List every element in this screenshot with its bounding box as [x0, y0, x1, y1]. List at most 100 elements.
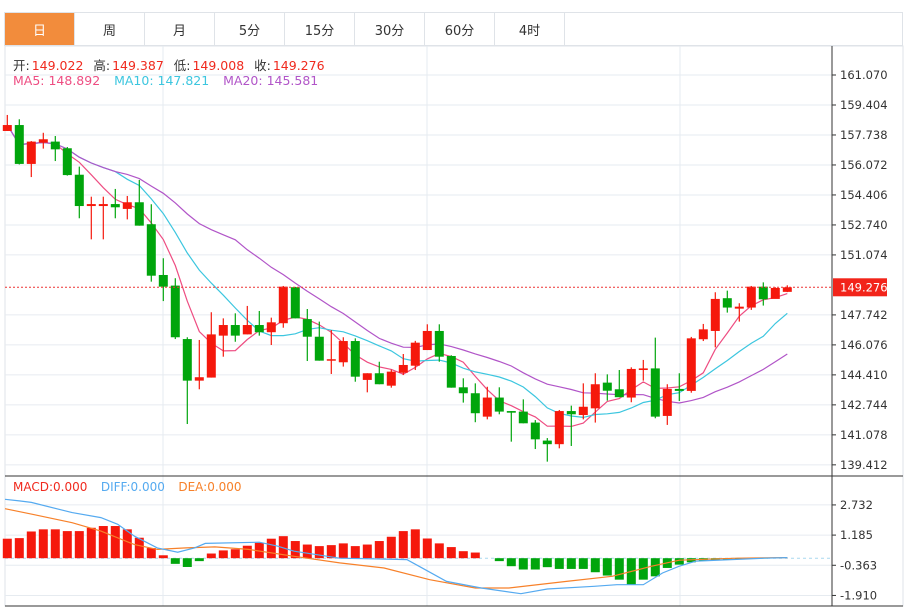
- price-tick-label: 146.076: [840, 338, 888, 352]
- candle: [422, 324, 432, 351]
- macd-bar: [110, 526, 120, 559]
- candle: [194, 339, 204, 390]
- candle: [110, 188, 120, 219]
- macd-bar: [62, 531, 72, 559]
- candle-body: [782, 287, 792, 292]
- candle-body: [86, 204, 96, 207]
- macd-bar: [530, 558, 540, 570]
- candle-body: [686, 338, 696, 391]
- candle-body: [302, 319, 312, 337]
- chart-frame: [4, 45, 904, 607]
- price-tick-label: 161.070: [840, 68, 888, 82]
- low-label: 低:: [173, 58, 191, 73]
- candle: [410, 340, 420, 371]
- macd-tick-label: 1.185: [840, 528, 873, 542]
- candle-body: [122, 202, 132, 209]
- price-tick-label: 156.072: [840, 158, 888, 172]
- candle-body: [110, 204, 120, 208]
- candle-body: [674, 388, 684, 391]
- diff-value: DIFF:0.000: [100, 480, 165, 494]
- macd-bar: [14, 538, 24, 559]
- candle: [350, 338, 360, 382]
- macd-bar: [410, 529, 420, 559]
- candle-body: [554, 411, 564, 445]
- candle: [14, 119, 24, 165]
- candle: [698, 323, 708, 342]
- macd-tick-label: 2.732: [840, 498, 873, 512]
- candle: [650, 337, 660, 419]
- candle: [206, 312, 216, 378]
- macd-bar: [386, 536, 396, 559]
- candle: [746, 285, 756, 310]
- price-tick-label: 154.406: [840, 188, 888, 202]
- price-tick-label: 147.742: [840, 308, 888, 322]
- candle-body: [698, 329, 708, 340]
- macd-bar: [2, 538, 12, 559]
- candle: [62, 147, 72, 176]
- candle: [302, 309, 312, 362]
- candle-body: [338, 341, 348, 363]
- ma10-value: MA10: 147.821: [114, 73, 210, 88]
- macd-bar: [506, 558, 516, 567]
- candle-body: [578, 406, 588, 416]
- macd-bar: [362, 544, 372, 559]
- kline-chart[interactable]: 161.070 159.404 157.738 156.072 154.406 152.7…: [0, 0, 908, 608]
- candle-body: [566, 411, 576, 415]
- macd-bar: [590, 558, 600, 573]
- candle-body: [386, 371, 396, 386]
- macd-bar: [266, 538, 276, 559]
- candle: [26, 141, 36, 178]
- candle-body: [158, 274, 168, 287]
- macd-bar: [338, 543, 348, 559]
- candle: [554, 409, 564, 449]
- price-tick-label: 157.738: [840, 128, 888, 142]
- candle: [782, 285, 792, 293]
- macd-tick-label: -0.363: [840, 558, 877, 572]
- candle-body: [146, 224, 156, 276]
- macd-bar: [602, 558, 612, 576]
- candle-body: [506, 411, 516, 413]
- candle-body: [758, 286, 768, 300]
- price-tick-label: 144.410: [840, 368, 888, 382]
- candle-body: [182, 339, 192, 381]
- candle-body: [26, 141, 36, 164]
- candle-body: [266, 322, 276, 333]
- candle-body: [170, 285, 180, 338]
- candle: [722, 290, 732, 313]
- macd-bar: [74, 531, 84, 559]
- candle: [74, 166, 84, 219]
- open-value: 149.022: [31, 58, 84, 73]
- candle-body: [38, 139, 48, 143]
- candle-body: [218, 325, 228, 336]
- macd-bar: [350, 546, 360, 559]
- candle-body: [650, 368, 660, 417]
- candle: [614, 370, 624, 398]
- candle: [458, 378, 468, 403]
- candle: [2, 114, 12, 131]
- candle-body: [458, 387, 468, 394]
- macd-bar: [422, 538, 432, 559]
- macd-bar: [614, 558, 624, 580]
- candle-body: [530, 422, 540, 440]
- price-tick-label: 152.740: [840, 218, 888, 232]
- high-label: 高:: [93, 58, 111, 73]
- macd-bar: [554, 558, 564, 569]
- candle: [482, 386, 492, 420]
- candle: [542, 438, 552, 462]
- macd-bar: [206, 553, 216, 559]
- macd-bar: [38, 529, 48, 559]
- price-tick-label: 139.412: [840, 458, 888, 472]
- dea-line: [4, 508, 788, 589]
- macd-bar: [242, 545, 252, 559]
- candle-body: [422, 330, 432, 351]
- candle: [86, 196, 96, 240]
- candle: [770, 287, 780, 299]
- candle: [662, 384, 672, 425]
- macd-bar: [446, 547, 456, 559]
- candle-body: [74, 174, 84, 207]
- candle-body: [638, 368, 648, 371]
- ma5-value: MA5: 148.892: [13, 73, 101, 88]
- macd-legend: MACD:0.000 DIFF:0.000 DEA:0.000: [13, 480, 244, 494]
- candle-body: [770, 287, 780, 299]
- candle-body: [494, 397, 504, 412]
